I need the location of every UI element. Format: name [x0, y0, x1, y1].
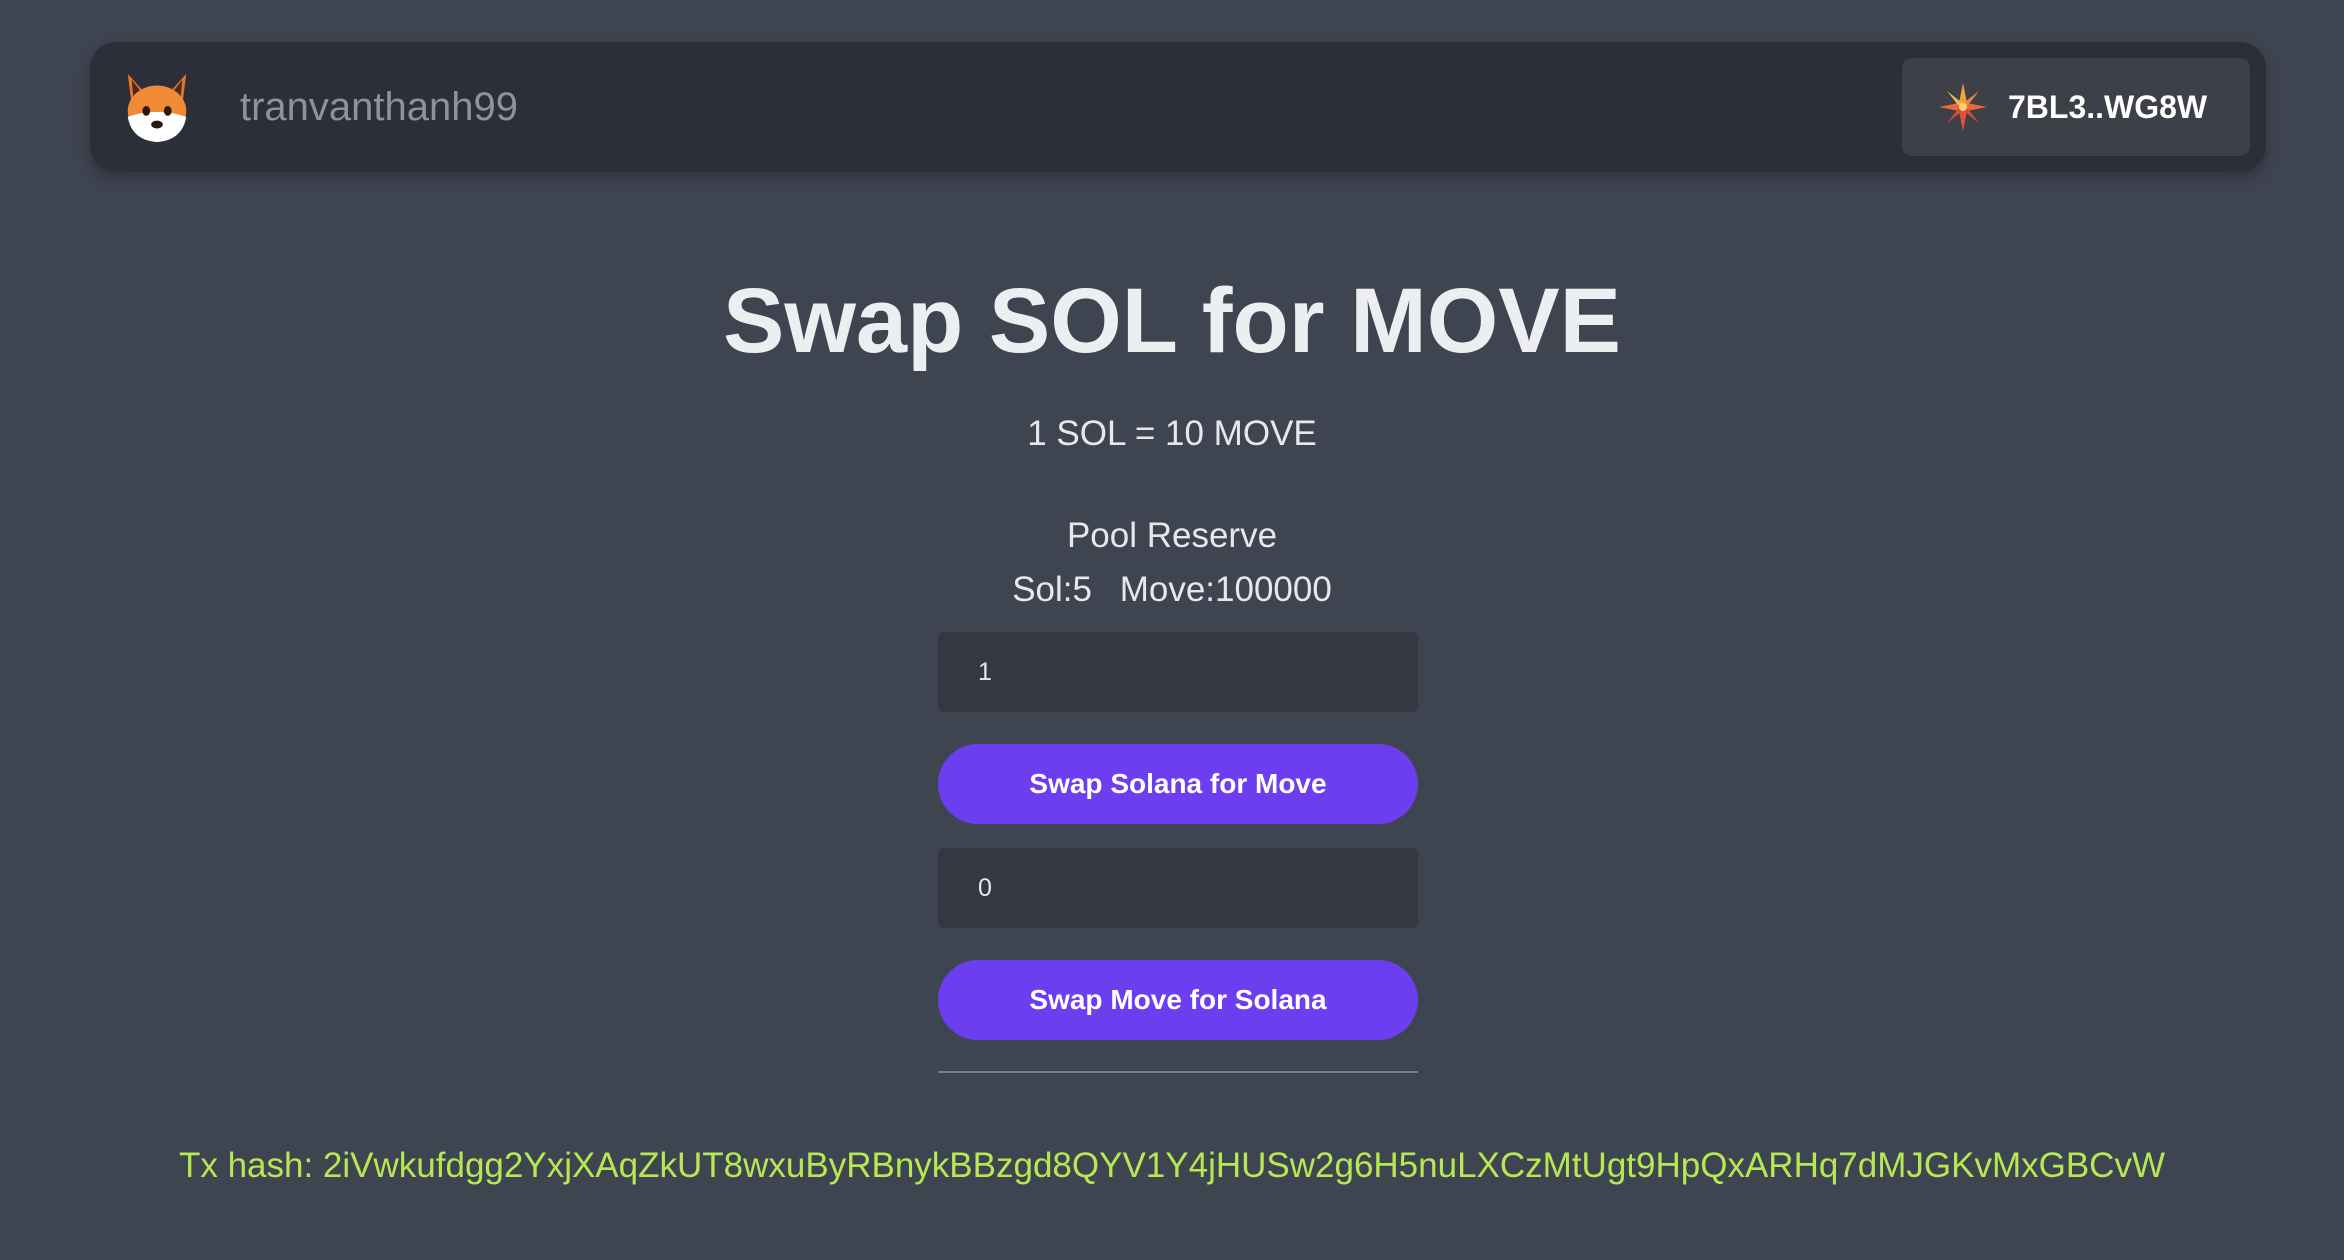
username: tranvanthanh99: [240, 84, 519, 129]
phantom-sparkle-icon: [1939, 83, 1987, 131]
page-title: Swap SOL for MOVE: [723, 270, 1621, 372]
fox-icon: [127, 73, 187, 143]
navbar: tranvanthanh99 7BL3..WG8W: [90, 42, 2266, 172]
pool-move-reserve: Move:100000: [1119, 570, 1332, 609]
pool-sol-reserve: Sol:5: [1012, 570, 1092, 609]
brand: tranvanthanh99: [118, 42, 518, 172]
wallet-button[interactable]: 7BL3..WG8W: [1902, 58, 2250, 156]
tx-hash: Tx hash: 2iVwkufdgg2YxjXAqZkUT8wxuByRBny…: [178, 1146, 2165, 1185]
swap-sol-for-move-button[interactable]: Swap Solana for Move: [938, 744, 1418, 824]
sol-amount-input[interactable]: [938, 632, 1418, 712]
move-amount-input[interactable]: [938, 848, 1418, 928]
swap-move-for-sol-button[interactable]: Swap Move for Solana: [938, 960, 1418, 1040]
swap-panel: Swap SOL for MOVE 1 SOL = 10 MOVE Pool R…: [0, 0, 2344, 1260]
pool-reserve-values: Sol:5 Move:100000: [0, 568, 2344, 612]
divider: [938, 1071, 1418, 1073]
wallet-address: 7BL3..WG8W: [2008, 88, 2208, 125]
exchange-rate: 1 SOL = 10 MOVE: [1027, 414, 1317, 453]
pool-reserve-title: Pool Reserve: [1066, 516, 1278, 555]
